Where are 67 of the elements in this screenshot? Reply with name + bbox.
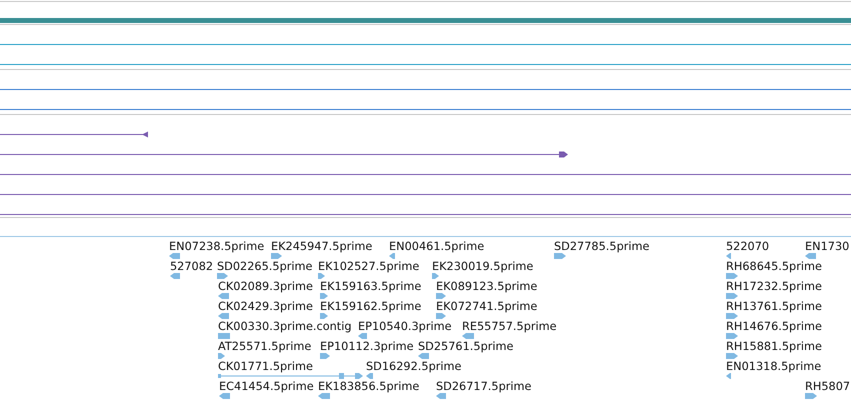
feature-glyph <box>218 313 229 319</box>
feature-glyph <box>418 353 429 359</box>
feature-label: RH15881.5prime <box>726 340 822 353</box>
feature-label: CK02089.3prime <box>218 280 313 293</box>
feature-label: EP10540.3prime <box>358 320 452 333</box>
feature-glyph <box>726 313 738 319</box>
feature-glyph <box>805 393 817 399</box>
feature-label: RH14676.5prime <box>726 320 822 333</box>
feature-glyph <box>366 373 373 379</box>
feature-glyph <box>726 253 731 259</box>
feature-glyph <box>318 273 325 279</box>
feature-glyph <box>389 253 395 259</box>
feature-glyph <box>805 253 816 259</box>
feature-label: SD27785.5prime <box>554 240 650 253</box>
feature-label: EK072741.5prime <box>436 300 538 313</box>
feature-label: EK183856.5prime <box>318 380 420 393</box>
feature-label: EN07238.5prime <box>169 240 264 253</box>
feature-label: RH5807 <box>805 380 850 393</box>
feature-glyph <box>432 273 439 279</box>
feature-label: EK089123.5prime <box>436 280 538 293</box>
feature-label: SD25761.5prime <box>418 340 514 353</box>
feature-glyph <box>169 253 180 259</box>
feature-label: 522070 <box>726 240 770 253</box>
feature-label: EK159163.5prime <box>320 280 422 293</box>
feature-glyph <box>726 293 738 299</box>
feature-label: CK02429.3prime <box>218 300 313 313</box>
feature-label: EN1730 <box>805 240 850 253</box>
feature-glyph <box>170 273 180 279</box>
feature-label: SD26717.5prime <box>436 380 532 393</box>
feature-label: RH13761.5prime <box>726 300 822 313</box>
feature-label: EN00461.5prime <box>389 240 484 253</box>
feature-glyph <box>358 333 367 339</box>
feature-label: AT25571.5prime <box>218 340 312 353</box>
feature-glyph <box>217 273 228 279</box>
feature-label: EK102527.5prime <box>318 260 420 273</box>
feature-label: EP10112.3prime <box>320 340 414 353</box>
feature-label: SD02265.5prime <box>217 260 312 273</box>
feature-label: SD16292.5prime <box>366 360 462 373</box>
feature-glyph <box>320 313 328 319</box>
feature-glyph <box>320 293 328 299</box>
feature-glyph <box>219 393 230 399</box>
feature-glyph <box>726 333 738 339</box>
feature-glyph <box>726 353 738 359</box>
feature-glyph <box>436 293 446 299</box>
feature-glyph <box>320 353 330 359</box>
feature-label: EK230019.5prime <box>432 260 534 273</box>
feature-glyph <box>436 313 446 319</box>
feature-label: EN01318.5prime <box>726 360 822 373</box>
feature-label: RH17232.5prime <box>726 280 822 293</box>
feature-glyph <box>554 253 566 259</box>
feature-glyph <box>218 353 225 359</box>
feature-glyph <box>218 293 229 299</box>
feature-glyph <box>318 393 330 399</box>
feature-label: CK00330.3prime.contig <box>218 320 352 333</box>
feature-label: RE55757.5prime <box>462 320 557 333</box>
feature-label: EC41454.5prime <box>219 380 314 393</box>
feature-label: CK01771.5prime <box>218 360 313 373</box>
feature-glyph <box>218 333 230 339</box>
feature-label: EK245947.5prime <box>271 240 372 253</box>
feature-label: RH68645.5prime <box>726 260 822 273</box>
feature-label: EK159162.5prime <box>320 300 422 313</box>
feature-glyph <box>271 253 282 259</box>
feature-glyph <box>462 333 474 339</box>
feature-glyph <box>436 393 446 399</box>
feature-label: 527082 <box>170 260 214 273</box>
feature-glyph <box>726 373 731 379</box>
feature-glyph <box>726 273 738 279</box>
